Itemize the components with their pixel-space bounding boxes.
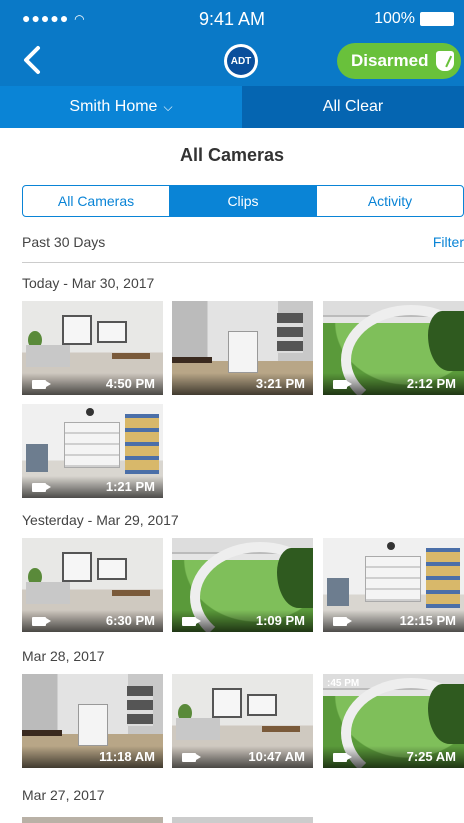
disarmed-label: Disarmed bbox=[351, 51, 429, 70]
filter-button[interactable]: Filter bbox=[433, 234, 464, 250]
clip-thumbnail[interactable]: 6:30 PM bbox=[22, 538, 163, 632]
clip-thumbnail[interactable]: 2:12 PM bbox=[323, 301, 464, 395]
clip-thumbnail[interactable]: 11:18 AM bbox=[22, 674, 163, 768]
section-header: Today - Mar 30, 2017 bbox=[22, 275, 155, 291]
clip-time: 4:50 PM bbox=[105, 376, 155, 391]
battery-icon bbox=[420, 12, 454, 26]
clip-time: 1:09 PM bbox=[255, 613, 305, 628]
video-camera-icon bbox=[333, 753, 352, 762]
clip-thumbnail-partial[interactable] bbox=[172, 817, 313, 823]
clip-time: 11:18 AM bbox=[99, 749, 155, 764]
section-header: Mar 27, 2017 bbox=[22, 787, 105, 803]
tab-activity[interactable]: Activity bbox=[316, 186, 463, 216]
clip-thumbnail[interactable]: :45 PM 7:25 AM bbox=[323, 674, 464, 768]
clip-thumbnail[interactable]: 12:15 PM bbox=[323, 538, 464, 632]
tab-bar: All Cameras Clips Activity bbox=[22, 185, 464, 217]
location-name: Smith Home bbox=[69, 98, 158, 115]
clip-overlay-time: :45 PM bbox=[327, 678, 360, 689]
video-camera-icon bbox=[32, 483, 51, 492]
clip-time: 6:30 PM bbox=[105, 613, 155, 628]
section-header: Mar 28, 2017 bbox=[22, 648, 105, 664]
video-camera-icon bbox=[182, 753, 201, 762]
date-range-label: Past 30 Days bbox=[22, 234, 106, 250]
clip-time: 12:15 PM bbox=[399, 613, 456, 628]
clip-thumbnail[interactable]: 1:21 PM bbox=[22, 404, 163, 498]
nav-bar: ADT Disarmed bbox=[0, 34, 464, 86]
disarmed-button[interactable]: Disarmed bbox=[337, 43, 461, 79]
location-selector[interactable]: Smith Home ⌵ bbox=[0, 86, 242, 128]
clip-thumbnail[interactable]: 4:50 PM bbox=[22, 301, 163, 395]
page-title: All Cameras bbox=[179, 145, 285, 165]
video-camera-icon bbox=[32, 380, 51, 389]
system-status: All Clear bbox=[242, 86, 464, 128]
chevron-down-icon: ⌵ bbox=[163, 99, 173, 114]
clip-thumbnail[interactable]: 3:21 PM bbox=[172, 301, 313, 395]
clip-thumbnail[interactable]: 10:47 AM bbox=[172, 674, 313, 768]
battery-percent: 100% bbox=[374, 10, 415, 27]
clip-time: 10:47 AM bbox=[248, 749, 305, 764]
tab-clips[interactable]: Clips bbox=[169, 186, 316, 216]
back-chevron-icon[interactable] bbox=[16, 42, 50, 78]
adt-logo: ADT bbox=[224, 44, 258, 78]
status-bar: ●●●●● ◠ 9:41 AM 100% bbox=[0, 0, 464, 34]
tab-all-cameras[interactable]: All Cameras bbox=[23, 186, 169, 216]
clip-time: 1:21 PM bbox=[105, 479, 155, 494]
shield-icon bbox=[436, 51, 455, 71]
clip-thumbnail-partial[interactable] bbox=[22, 817, 163, 823]
clip-time: 3:21 PM bbox=[255, 376, 305, 391]
video-camera-icon bbox=[32, 617, 51, 626]
clip-time: 7:25 AM bbox=[406, 749, 456, 764]
video-camera-icon bbox=[333, 380, 352, 389]
filter-row: Past 30 Days Filter bbox=[22, 234, 464, 263]
section-header: Yesterday - Mar 29, 2017 bbox=[22, 512, 179, 528]
clip-time: 2:12 PM bbox=[406, 376, 456, 391]
location-bar: Smith Home ⌵ All Clear bbox=[0, 86, 464, 128]
clip-thumbnail[interactable]: 1:09 PM bbox=[172, 538, 313, 632]
video-camera-icon bbox=[333, 617, 352, 626]
video-camera-icon bbox=[182, 617, 201, 626]
